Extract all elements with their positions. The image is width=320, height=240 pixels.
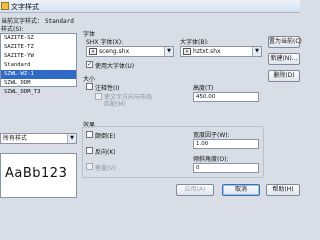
annotative-checkbox[interactable] xyxy=(86,83,93,90)
style-item-sazite-tz[interactable]: SAZITE-TZ xyxy=(1,43,76,52)
preview-sample-text: AaBb123 xyxy=(5,166,68,181)
vertical-checkbox[interactable] xyxy=(86,163,93,170)
width-factor-label: 宽度因子(W): xyxy=(193,132,230,139)
cancel-button[interactable]: 取消 xyxy=(222,184,260,196)
preview-box: AaBb123 xyxy=(0,153,77,198)
help-button[interactable]: 帮助(H) xyxy=(266,184,300,196)
style-filter-select[interactable]: 所有样式 ▼ xyxy=(0,133,77,144)
new-button[interactable]: 新建(N)... xyxy=(268,53,300,65)
big-font-label: 大字体(B): xyxy=(180,39,209,46)
use-big-font-label: 使用大字体(U) xyxy=(95,63,135,70)
styles-list[interactable]: SAZITE-SZ SAZITE-TZ SAZITE-YW Standard S… xyxy=(0,33,77,95)
backwards-label: 反向(K) xyxy=(95,149,116,156)
font-file-icon: A xyxy=(89,48,97,55)
match-orientation-label-2: 匹配(M) xyxy=(104,101,126,108)
vertical-label: 垂直(V) xyxy=(95,165,116,172)
width-factor-input[interactable]: 1.00 xyxy=(193,139,259,149)
style-item-szwl-ddm[interactable]: SZWL_DDM xyxy=(1,79,76,88)
title-bar: 文字样式 xyxy=(0,0,300,13)
window-title: 文字样式 xyxy=(11,3,39,11)
apply-button[interactable]: 应用(A) xyxy=(176,184,214,196)
shx-font-select[interactable]: A sceng.shx ▼ xyxy=(86,46,174,57)
style-item-szwl-ddm-t3[interactable]: SZWL_DDM_T3 xyxy=(1,88,76,97)
text-style-icon xyxy=(1,2,9,10)
size-section-title: 大小 xyxy=(83,76,96,83)
height-input[interactable]: 450.00 xyxy=(193,92,259,102)
upside-down-checkbox[interactable] xyxy=(86,131,93,138)
chevron-down-icon[interactable]: ▼ xyxy=(164,47,173,56)
use-big-font-checkbox[interactable] xyxy=(86,61,93,68)
shx-font-label: SHX 字体(X): xyxy=(86,39,124,46)
annotative-label: 注释性(I) xyxy=(95,85,120,92)
delete-button[interactable]: 删除(D) xyxy=(268,70,300,82)
chevron-down-icon[interactable]: ▼ xyxy=(67,134,76,143)
style-item-szwl-wz-1[interactable]: SZWL-WZ-1 xyxy=(1,70,76,79)
match-orientation-checkbox[interactable] xyxy=(95,93,102,100)
chevron-down-icon[interactable]: ▼ xyxy=(252,47,261,56)
font-file-icon: A xyxy=(183,48,191,55)
styles-label: 样式(S): xyxy=(1,26,24,33)
big-font-select[interactable]: A hztxt.shx ▼ xyxy=(180,46,262,57)
style-item-sazite-sz[interactable]: SAZITE-SZ xyxy=(1,34,76,43)
style-item-sazite-yw[interactable]: SAZITE-YW xyxy=(1,52,76,61)
height-label: 高度(T) xyxy=(193,85,214,92)
style-item-standard[interactable]: Standard xyxy=(1,61,76,70)
oblique-input[interactable]: 0 xyxy=(193,163,259,173)
upside-down-label: 颠倒(E) xyxy=(95,133,116,140)
backwards-checkbox[interactable] xyxy=(86,147,93,154)
style-filter-value: 所有样式 xyxy=(3,135,28,142)
set-current-button[interactable]: 置为当前(C) xyxy=(268,36,302,48)
oblique-label: 倾斜角度(O): xyxy=(193,156,229,163)
